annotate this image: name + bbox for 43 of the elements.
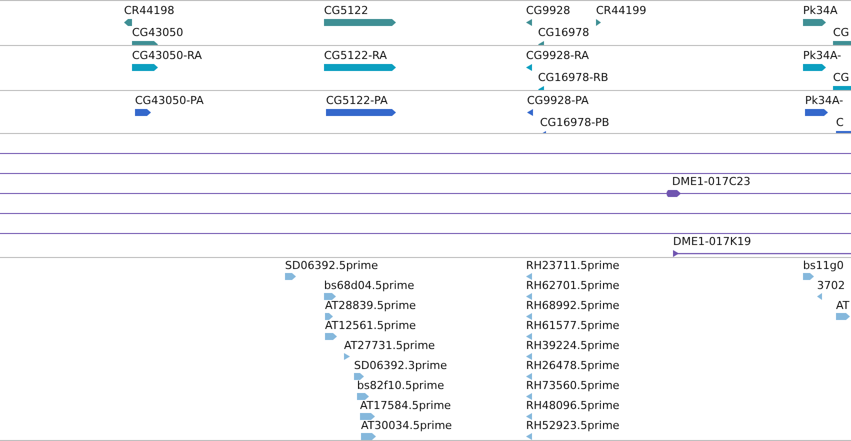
protein-label: CG9928-PA — [527, 94, 589, 107]
est-label: AT30034.5prime — [361, 419, 452, 432]
transcript-label: CG5122-RA — [324, 49, 387, 62]
protein-label: C — [836, 116, 844, 129]
est-label: RH48096.5prime — [526, 399, 620, 412]
est-label: AT27731.5prime — [344, 339, 435, 352]
protein-label: CG16978-PB — [540, 116, 610, 129]
est-label: AT12561.5prime — [325, 319, 416, 332]
est-label: AT — [836, 299, 850, 312]
gene-label: CG43050 — [132, 26, 184, 39]
est-label: bs82f10.5prime — [357, 379, 444, 392]
transcript-label: CG16978-RB — [538, 71, 608, 84]
est-label: RH61577.5prime — [526, 319, 620, 332]
est-label: SD06392.5prime — [285, 259, 378, 272]
transcript-label: CG — [833, 71, 850, 84]
transcript-label: Pk34A- — [803, 49, 842, 62]
gene-label: CR44199 — [596, 4, 646, 17]
transcript-label: CG43050-RA — [132, 49, 202, 62]
transcript-label: CG9928-RA — [526, 49, 589, 62]
est-label: AT17584.5prime — [360, 399, 451, 412]
est-label: bs11g0 — [803, 259, 844, 272]
gene-label: CG5122 — [324, 4, 368, 17]
est-label: RH23711.5prime — [526, 259, 620, 272]
est-label: RH73560.5prime — [526, 379, 620, 392]
est-label: RH52923.5prime — [526, 419, 620, 432]
protein-label: CG43050-PA — [135, 94, 204, 107]
est-label: RH62701.5prime — [526, 279, 620, 292]
est-label: RH68992.5prime — [526, 299, 620, 312]
est-label: RH39224.5prime — [526, 339, 620, 352]
protein-label: Pk34A- — [805, 94, 844, 107]
gene-label: CR44198 — [124, 4, 174, 17]
est-label: 3702 — [817, 279, 845, 292]
est-label: SD06392.3prime — [354, 359, 447, 372]
clone-label: DME1-017C23 — [672, 175, 751, 188]
gene-label: CG — [833, 26, 850, 39]
gene-label: CG9928 — [526, 4, 570, 17]
protein-label: CG5122-PA — [326, 94, 388, 107]
est-label: RH26478.5prime — [526, 359, 620, 372]
est-label: AT28839.5prime — [325, 299, 416, 312]
clone-label: DME1-017K19 — [673, 235, 752, 248]
gene-label: CG16978 — [538, 26, 590, 39]
est-label: bs68d04.5prime — [324, 279, 414, 292]
gene-label: Pk34A — [803, 4, 838, 17]
